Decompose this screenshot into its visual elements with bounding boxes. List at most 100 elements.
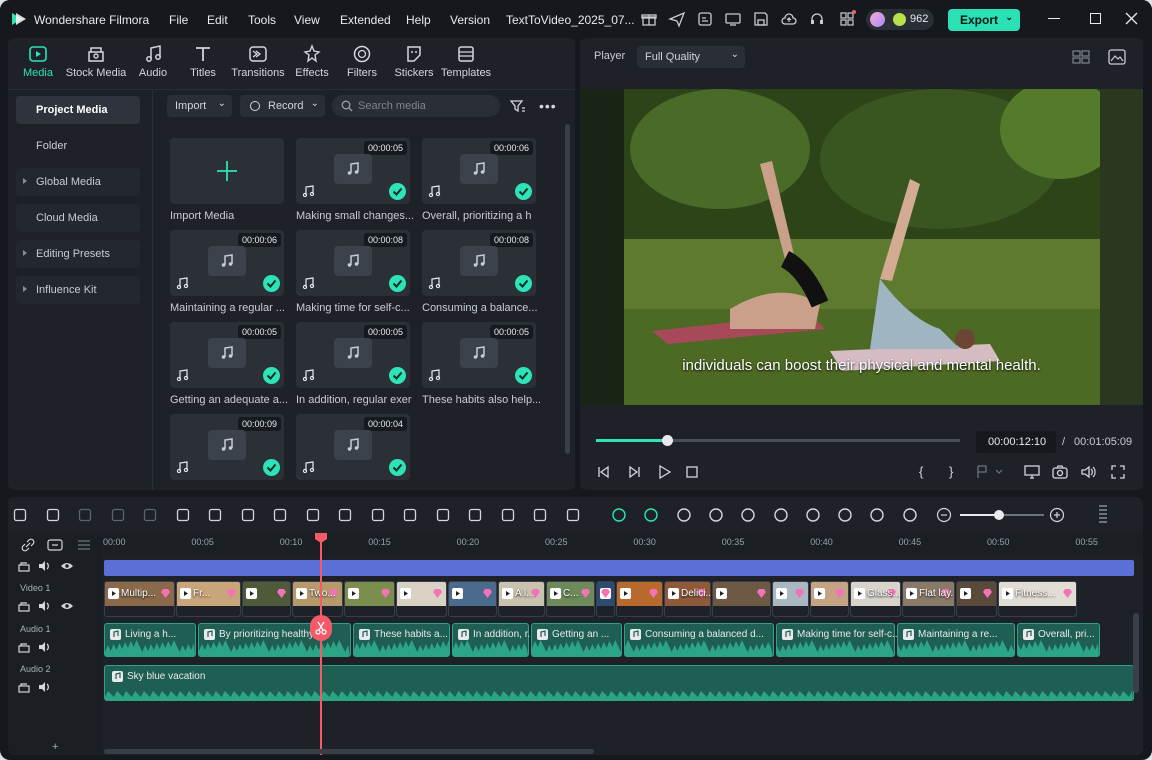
lock-track-icon[interactable] bbox=[18, 600, 30, 612]
media-item[interactable]: 00:00:08 Consuming a balance... bbox=[422, 230, 540, 314]
video-clip[interactable] bbox=[448, 581, 497, 617]
layout-icon[interactable] bbox=[12, 507, 28, 523]
video-clip[interactable] bbox=[242, 581, 291, 617]
marker-dropdown-icon[interactable] bbox=[976, 465, 1004, 479]
eye-icon[interactable] bbox=[60, 600, 74, 612]
video-clip[interactable]: Fr... bbox=[176, 581, 241, 617]
sidebar-item-influence-kit[interactable]: Influence Kit bbox=[16, 276, 140, 304]
zoom-in-icon[interactable] bbox=[1049, 507, 1065, 523]
search-input[interactable]: Search media bbox=[332, 95, 500, 117]
media-item[interactable]: 00:00:06 Overall, prioritizing a h bbox=[422, 138, 540, 222]
tab-media[interactable]: Media bbox=[18, 44, 58, 84]
media-scrollbar[interactable] bbox=[565, 124, 570, 454]
snap-icon[interactable] bbox=[643, 507, 659, 523]
voiceover-icon[interactable] bbox=[869, 507, 885, 523]
video-clip[interactable] bbox=[344, 581, 395, 617]
edit-keyframe-icon[interactable] bbox=[402, 507, 418, 523]
maximize-icon[interactable] bbox=[1090, 13, 1101, 24]
next-frame-icon[interactable] bbox=[626, 464, 642, 480]
gift-icon[interactable] bbox=[640, 10, 658, 28]
ai-mate-icon[interactable] bbox=[611, 507, 627, 523]
sidebar-item-project-media[interactable]: Project Media bbox=[16, 96, 140, 124]
menu-file[interactable]: File bbox=[169, 13, 188, 27]
menu-help[interactable]: Help bbox=[406, 13, 431, 27]
media-item[interactable]: 00:00:05 Getting an adequate a... bbox=[170, 322, 288, 406]
grid-view-icon[interactable] bbox=[1072, 49, 1090, 65]
export-button[interactable]: Export ⌄ bbox=[948, 9, 1020, 31]
mask-icon[interactable] bbox=[500, 507, 516, 523]
video-clip[interactable] bbox=[772, 581, 809, 617]
speaker-icon[interactable] bbox=[38, 641, 51, 653]
timer-icon[interactable] bbox=[435, 507, 451, 523]
audio-beat-icon[interactable] bbox=[240, 507, 256, 523]
tab-stock-media[interactable]: Stock Media bbox=[64, 44, 128, 84]
media-item[interactable]: 00:00:04 bbox=[296, 414, 414, 486]
text-icon[interactable] bbox=[272, 507, 288, 523]
select-tool-icon[interactable] bbox=[45, 507, 61, 523]
delete-icon[interactable] bbox=[142, 507, 158, 523]
speaker-icon[interactable] bbox=[38, 600, 51, 612]
timeline-horizontal-scrollbar[interactable] bbox=[104, 749, 594, 754]
color-icon[interactable] bbox=[370, 507, 386, 523]
add-track-icon[interactable] bbox=[46, 537, 64, 553]
monitor-icon[interactable] bbox=[724, 10, 742, 28]
media-item[interactable]: 00:00:08 Making time for self-c... bbox=[296, 230, 414, 314]
playhead[interactable] bbox=[320, 533, 322, 755]
cloud-upload-icon[interactable] bbox=[780, 10, 798, 28]
stop-icon[interactable] bbox=[684, 464, 700, 480]
preview-render-icon[interactable] bbox=[740, 507, 756, 523]
video-clip[interactable] bbox=[616, 581, 663, 617]
undo-icon[interactable] bbox=[77, 507, 93, 523]
mark-in-icon[interactable]: { bbox=[919, 464, 923, 479]
speed-icon[interactable] bbox=[337, 507, 353, 523]
tab-audio[interactable]: Audio bbox=[134, 44, 172, 84]
media-item[interactable]: 00:00:05 In addition, regular exer bbox=[296, 322, 414, 406]
redo-icon[interactable] bbox=[110, 507, 126, 523]
previous-frame-icon[interactable] bbox=[596, 464, 612, 480]
sidebar-item-cloud-media[interactable]: Cloud Media bbox=[16, 204, 140, 232]
shape-icon[interactable] bbox=[305, 507, 321, 523]
filter-icon[interactable] bbox=[510, 98, 526, 114]
zoom-handle[interactable] bbox=[994, 510, 1004, 520]
adjust-icon[interactable] bbox=[532, 507, 548, 523]
cut-icon[interactable] bbox=[175, 507, 191, 523]
more-options-icon[interactable]: ••• bbox=[539, 98, 557, 114]
import-dropdown[interactable]: Import ⌄ bbox=[167, 95, 232, 117]
media-item[interactable]: 00:00:05 These habits also help... bbox=[422, 322, 540, 406]
tab-transitions[interactable]: Transitions bbox=[230, 44, 286, 84]
more-tools-icon[interactable] bbox=[565, 507, 581, 523]
lock-track-icon[interactable] bbox=[18, 681, 30, 693]
timeline-ruler[interactable]: 00:00 00:05 00:10 00:15 00:20 00:25 00:30 00:35… bbox=[103, 533, 1143, 555]
video-clip[interactable] bbox=[810, 581, 849, 617]
playback-progress[interactable] bbox=[596, 435, 960, 446]
lock-track-icon[interactable] bbox=[18, 641, 30, 653]
lock-track-icon[interactable] bbox=[18, 560, 30, 572]
link-icon[interactable] bbox=[20, 537, 36, 553]
sidebar-item-global-media[interactable]: Global Media bbox=[16, 168, 140, 196]
title-clip-strip[interactable] bbox=[104, 560, 1134, 576]
save-icon[interactable] bbox=[752, 10, 770, 28]
snapshot-image-icon[interactable] bbox=[1108, 49, 1126, 65]
video-clip[interactable] bbox=[396, 581, 447, 617]
import-media-card[interactable]: Import Media bbox=[170, 138, 288, 222]
mark-out-icon[interactable]: } bbox=[949, 464, 953, 479]
media-item[interactable]: 00:00:05 Making small changes... bbox=[296, 138, 414, 222]
audio-clip[interactable]: In addition, r... bbox=[452, 623, 536, 657]
eye-icon[interactable] bbox=[60, 560, 74, 572]
media-item[interactable]: 00:00:09 bbox=[170, 414, 288, 486]
record-dropdown[interactable]: Record ⌄ bbox=[240, 95, 325, 117]
video-clip[interactable] bbox=[596, 581, 615, 617]
video-clip[interactable]: Two... bbox=[292, 581, 343, 617]
apps-grid-icon[interactable] bbox=[838, 10, 856, 28]
video-clip[interactable]: Multip... bbox=[104, 581, 175, 617]
video-clip[interactable]: A l... bbox=[498, 581, 545, 617]
volume-icon[interactable] bbox=[1080, 464, 1096, 480]
audio-clip[interactable]: Maintaining a re... bbox=[897, 623, 1015, 657]
minimize-icon[interactable] bbox=[1048, 18, 1060, 19]
credits-badge[interactable]: 962 bbox=[866, 9, 934, 30]
video-preview[interactable]: individuals can boost their physical and… bbox=[580, 89, 1143, 405]
track-manager-icon[interactable] bbox=[76, 537, 92, 553]
display-settings-icon[interactable] bbox=[1024, 464, 1040, 480]
speaker-icon[interactable] bbox=[38, 681, 51, 693]
audio-clip[interactable]: Consuming a balanced d... bbox=[624, 623, 774, 657]
